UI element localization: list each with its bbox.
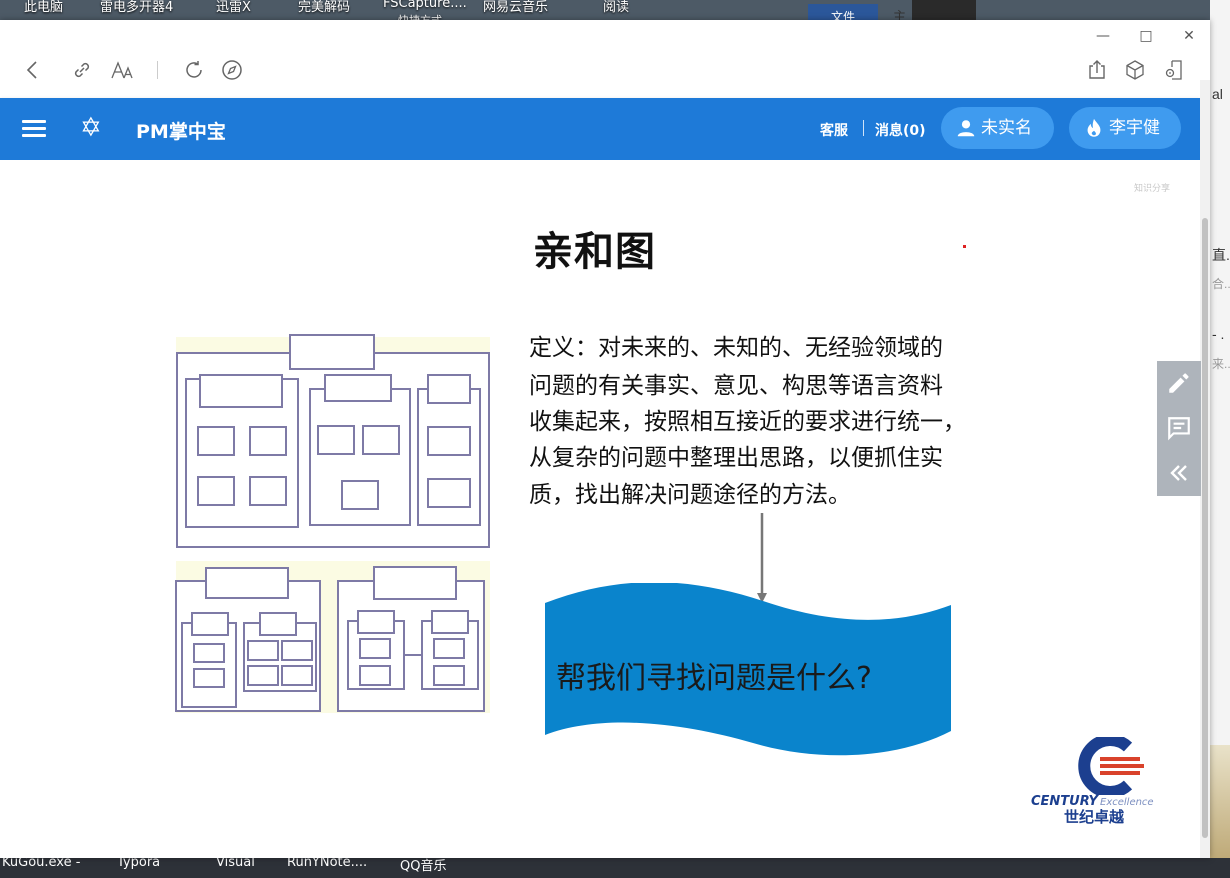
screen-note-icon[interactable] bbox=[1162, 58, 1186, 82]
desktop-icon-potplayer[interactable]: 完美解码 bbox=[298, 0, 350, 15]
share-icon[interactable] bbox=[1085, 58, 1109, 82]
affinity-diagram-illustration bbox=[175, 334, 490, 713]
vertical-scrollbar[interactable] bbox=[1200, 80, 1210, 858]
comment-button[interactable] bbox=[1157, 406, 1201, 450]
definition-line-3: 收集起来，按照相互接近的要求进行统一， bbox=[529, 409, 966, 435]
side-fragment-3: 合... bbox=[1212, 277, 1230, 291]
refresh-icon[interactable] bbox=[182, 58, 206, 82]
side-fragment-5: 来... bbox=[1212, 357, 1230, 371]
collapse-button[interactable] bbox=[1157, 451, 1201, 495]
side-fragment-2: 直... bbox=[1212, 247, 1230, 263]
comment-icon bbox=[1168, 417, 1190, 441]
app-title: PM掌中宝 bbox=[136, 121, 226, 143]
taskbar bbox=[0, 858, 1230, 878]
customer-service-link[interactable]: 客服 bbox=[820, 120, 848, 140]
watermark-logo: 知识分享 bbox=[1134, 184, 1171, 194]
menu-icon[interactable] bbox=[22, 120, 46, 138]
cube-icon[interactable] bbox=[1123, 58, 1147, 82]
desktop-icon-netease-music[interactable]: 网易云音乐 bbox=[483, 0, 548, 15]
collapse-icon bbox=[1170, 465, 1187, 481]
definition-line-5: 质，找出解决问题途径的方法。 bbox=[529, 482, 851, 508]
scrollbar-thumb[interactable] bbox=[1202, 218, 1208, 838]
user-name-label: 李宇健 bbox=[1109, 118, 1160, 138]
side-fragment-4: - . bbox=[1212, 326, 1225, 342]
slide-title: 亲和图 bbox=[533, 229, 656, 275]
definition-line-1: 定义：对未来的、未知的、无经验领域的 bbox=[529, 335, 943, 361]
desktop-icon-xunlei[interactable]: 迅雷X bbox=[216, 0, 251, 15]
edit-icon bbox=[1169, 373, 1189, 393]
desktop-icon-this-pc[interactable]: 此电脑 bbox=[24, 0, 63, 15]
link-icon[interactable] bbox=[70, 58, 94, 82]
floating-action-bar bbox=[1157, 361, 1201, 496]
user-icon bbox=[957, 120, 975, 137]
star-of-david-icon[interactable]: ✡ bbox=[80, 114, 102, 142]
back-icon[interactable] bbox=[21, 58, 45, 82]
header-separator bbox=[863, 120, 864, 136]
messages-link[interactable]: 消息(0) bbox=[875, 120, 926, 140]
definition-line-2: 问题的有关事实、意见、构思等语言资料 bbox=[529, 373, 943, 399]
side-fragment-1: al bbox=[1212, 86, 1223, 102]
desktop-icon-reader[interactable]: 阅读 bbox=[603, 0, 629, 15]
font-size-icon[interactable] bbox=[110, 58, 134, 82]
desktop-icon-ldmnq[interactable]: 雷电多开器4 bbox=[100, 0, 173, 15]
red-dot-mark bbox=[963, 245, 966, 248]
compass-icon[interactable] bbox=[220, 58, 244, 82]
toolbar-separator bbox=[157, 61, 158, 79]
user-account-button[interactable]: 李宇健 bbox=[1069, 107, 1181, 149]
century-logo-mark bbox=[1078, 737, 1144, 795]
desktop-icon-fscapture[interactable]: FSCapture.... bbox=[383, 0, 467, 11]
maximize-button[interactable]: □ bbox=[1135, 26, 1157, 46]
flame-icon bbox=[1087, 118, 1101, 137]
close-button[interactable]: ✕ bbox=[1178, 26, 1200, 46]
minimize-button[interactable]: — bbox=[1092, 26, 1114, 46]
edit-button[interactable] bbox=[1157, 361, 1201, 405]
logo-chinese-text: 世纪卓越 bbox=[1064, 808, 1125, 826]
verify-identity-label: 未实名 bbox=[981, 118, 1032, 138]
banner-question-text: 帮我们寻找问题是什么? bbox=[556, 661, 872, 696]
definition-line-4: 从复杂的问题中整理出思路，以便抓住实 bbox=[529, 445, 943, 471]
background-window-dark bbox=[912, 0, 976, 22]
verify-identity-button[interactable]: 未实名 bbox=[941, 107, 1054, 149]
app-header: ✡ PM掌中宝 客服 消息(0) 未实名 李宇健 bbox=[0, 98, 1200, 160]
